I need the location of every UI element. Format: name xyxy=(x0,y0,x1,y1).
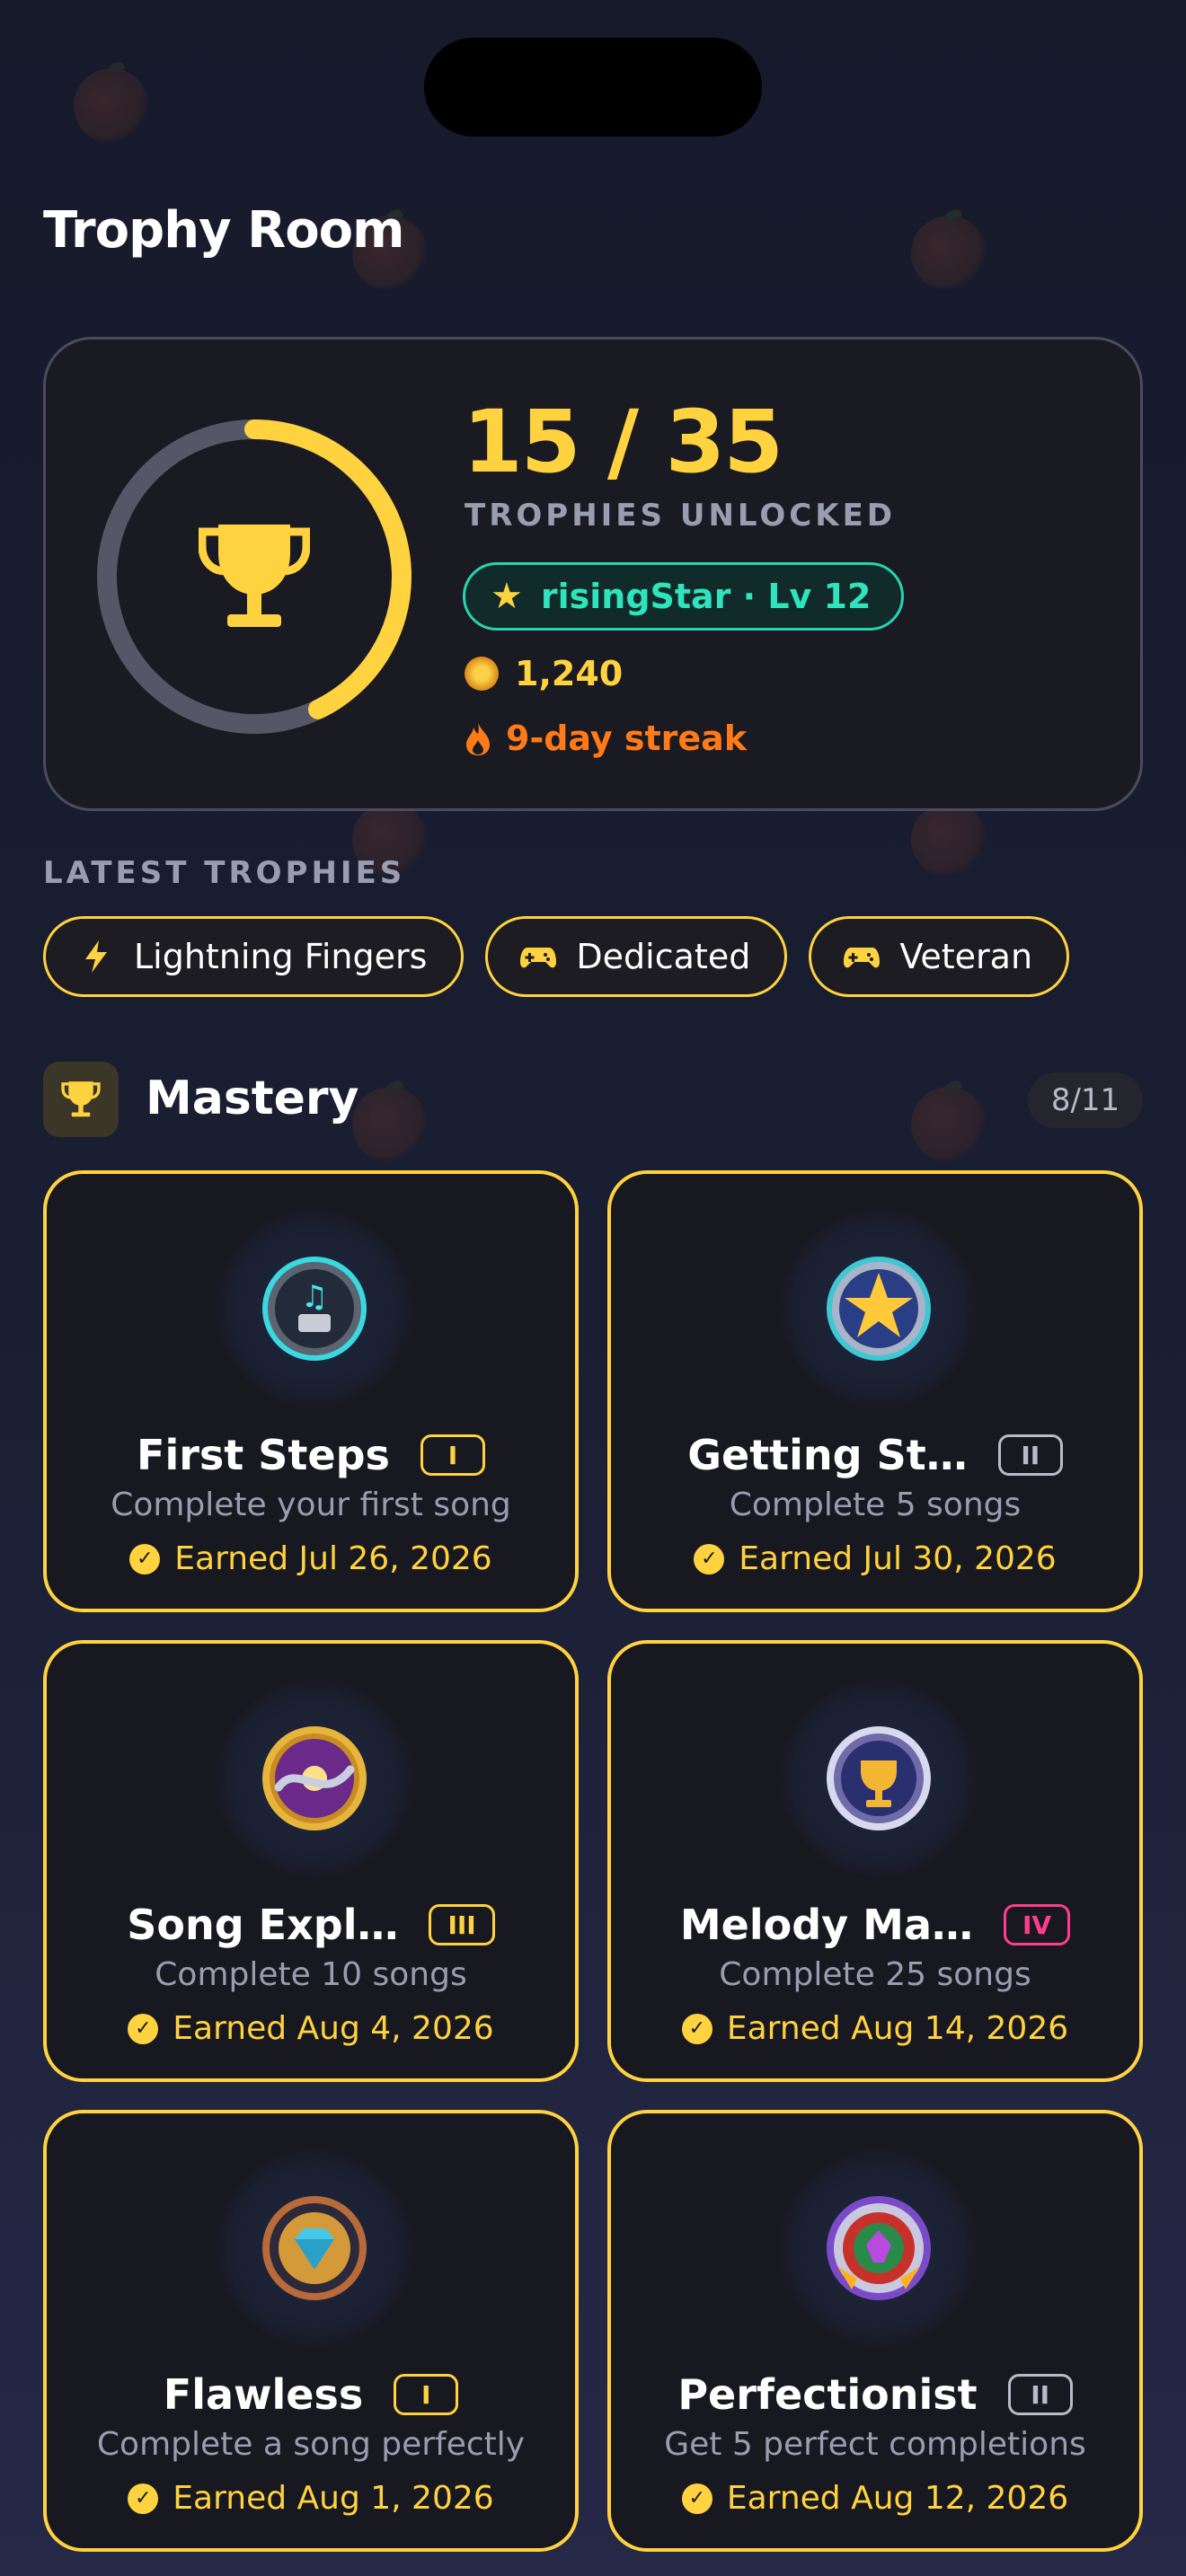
check-icon: ✓ xyxy=(128,2013,159,2044)
trophies-count-label: TROPHIES UNLOCKED xyxy=(465,498,897,534)
latest-trophy-chip[interactable]: Dedicated xyxy=(485,916,788,997)
earned-date-text: Earned Jul 30, 2026 xyxy=(739,1540,1057,1577)
streak-text: 9-day streak xyxy=(506,719,748,758)
earned-date-text: Earned Aug 4, 2026 xyxy=(173,2010,494,2047)
tier-badge: I xyxy=(394,2374,459,2415)
background-apple-decoration xyxy=(352,1087,428,1162)
earned-date: ✓ Earned Aug 14, 2026 xyxy=(611,2010,1139,2047)
medal-backdrop xyxy=(216,2149,413,2347)
latest-trophy-label: Lightning Fingers xyxy=(134,937,428,976)
card-title-row: Perfectionist II xyxy=(611,2370,1139,2419)
lightning-icon xyxy=(85,940,107,973)
star-medal-icon xyxy=(827,1257,931,1361)
medal-backdrop xyxy=(780,1210,978,1407)
flame-icon xyxy=(466,722,490,755)
card-description: Complete 25 songs xyxy=(719,1956,1031,1993)
earned-date: ✓ Earned Jul 30, 2026 xyxy=(611,1540,1139,1577)
music-box-medal-icon: ♫ xyxy=(262,1257,367,1361)
trophy-summary-card: 15 / 35 TROPHIES UNLOCKED ★ risingStar ·… xyxy=(43,337,1143,811)
card-title: Perfectionist xyxy=(677,2370,978,2419)
earned-date: ✓ Earned Aug 12, 2026 xyxy=(611,2480,1139,2517)
card-description: Complete 10 songs xyxy=(155,1956,467,1993)
page-title: Trophy Room xyxy=(43,201,405,260)
tier-badge: II xyxy=(997,1434,1063,1476)
card-title: Flawless xyxy=(163,2370,364,2419)
latest-trophies-list: Lightning Fingers Dedicated Veteran xyxy=(43,916,1070,997)
background-apple-decoration xyxy=(911,1087,987,1162)
latest-trophies-heading: LATEST TROPHIES xyxy=(43,855,406,891)
tier-badge: IV xyxy=(1004,1904,1071,1945)
gamepad-icon xyxy=(520,948,557,968)
coin-icon xyxy=(465,657,499,691)
gem-rosette-medal-icon xyxy=(827,2196,931,2300)
achievement-card[interactable]: Song Expl… III Complete 10 songs ✓ Earne… xyxy=(43,1640,579,2082)
user-level-text: risingStar · Lv 12 xyxy=(540,577,872,616)
latest-trophy-label: Veteran xyxy=(899,937,1033,976)
svg-text:♫: ♫ xyxy=(301,1279,328,1315)
medal-backdrop xyxy=(216,1680,413,1877)
check-icon: ✓ xyxy=(694,1543,725,1575)
section-title: Mastery xyxy=(146,1072,359,1125)
background-apple-decoration xyxy=(911,802,987,878)
check-icon: ✓ xyxy=(681,2483,712,2514)
achievement-card[interactable]: Melody Ma… IV Complete 25 songs ✓ Earned… xyxy=(607,1640,1143,2082)
achievement-card[interactable]: Flawless I Complete a song perfectly ✓ E… xyxy=(43,2110,579,2552)
dragon-medal-icon xyxy=(262,1726,367,1831)
tier-badge: II xyxy=(1007,2374,1073,2415)
coin-balance: 1,240 xyxy=(465,654,623,693)
latest-trophy-chip[interactable]: Lightning Fingers xyxy=(43,916,465,997)
card-description: Complete your first song xyxy=(111,1486,511,1523)
latest-trophy-chip[interactable]: Veteran xyxy=(809,916,1070,997)
earned-date: ✓ Earned Aug 1, 2026 xyxy=(47,2480,575,2517)
earned-date-text: Earned Aug 1, 2026 xyxy=(173,2480,494,2517)
earned-date-text: Earned Aug 14, 2026 xyxy=(726,2010,1069,2047)
card-description: Get 5 perfect completions xyxy=(664,2426,1086,2463)
check-icon: ✓ xyxy=(129,1543,161,1575)
earned-date-text: Earned Jul 26, 2026 xyxy=(174,1540,492,1577)
diamond-medal-icon xyxy=(262,2196,367,2300)
card-title-row: Getting St… II xyxy=(611,1431,1139,1479)
card-description: Complete 5 songs xyxy=(729,1486,1022,1523)
section-count-badge: 8/11 xyxy=(1028,1072,1143,1128)
card-title-row: Song Expl… III xyxy=(47,1901,575,1949)
card-title-row: Flawless I xyxy=(47,2370,575,2419)
medal-backdrop xyxy=(780,2149,978,2347)
card-title-row: Melody Ma… IV xyxy=(611,1901,1139,1949)
card-title: Melody Ma… xyxy=(679,1901,973,1949)
tier-badge: I xyxy=(420,1434,485,1476)
trophies-count: 15 / 35 xyxy=(463,392,783,492)
streak-indicator: 9-day streak xyxy=(465,719,747,758)
mastery-section-icon xyxy=(43,1062,119,1137)
check-icon: ✓ xyxy=(681,2013,712,2044)
tier-badge: III xyxy=(429,1904,495,1945)
achievement-card[interactable]: Perfectionist II Get 5 perfect completio… xyxy=(607,2110,1143,2552)
card-title-row: First Steps I xyxy=(47,1431,575,1479)
card-title: First Steps xyxy=(137,1431,390,1479)
background-apple-decoration xyxy=(74,68,149,144)
trophy-icon xyxy=(61,1081,101,1117)
latest-trophy-label: Dedicated xyxy=(576,937,751,976)
earned-date: ✓ Earned Jul 26, 2026 xyxy=(47,1540,575,1577)
star-icon: ★ xyxy=(491,576,523,617)
trophy-medal-icon xyxy=(827,1726,931,1831)
medal-backdrop xyxy=(780,1680,978,1877)
earned-date-text: Earned Aug 12, 2026 xyxy=(726,2480,1069,2517)
trophy-icon xyxy=(199,525,310,627)
check-icon: ✓ xyxy=(128,2483,159,2514)
coin-amount: 1,240 xyxy=(515,654,624,693)
achievement-card[interactable]: ♫ First Steps I Complete your first song… xyxy=(43,1170,579,1612)
achievement-card[interactable]: Getting St… II Complete 5 songs ✓ Earned… xyxy=(607,1170,1143,1612)
earned-date: ✓ Earned Aug 4, 2026 xyxy=(47,2010,575,2047)
background-apple-decoration xyxy=(911,216,987,291)
dynamic-island xyxy=(424,38,762,137)
card-description: Complete a song perfectly xyxy=(96,2426,526,2463)
card-title: Song Expl… xyxy=(127,1901,399,1949)
gamepad-icon xyxy=(844,948,881,968)
card-title: Getting St… xyxy=(687,1431,968,1479)
user-level-badge[interactable]: ★ risingStar · Lv 12 xyxy=(463,562,905,631)
medal-backdrop: ♫ xyxy=(216,1210,413,1407)
